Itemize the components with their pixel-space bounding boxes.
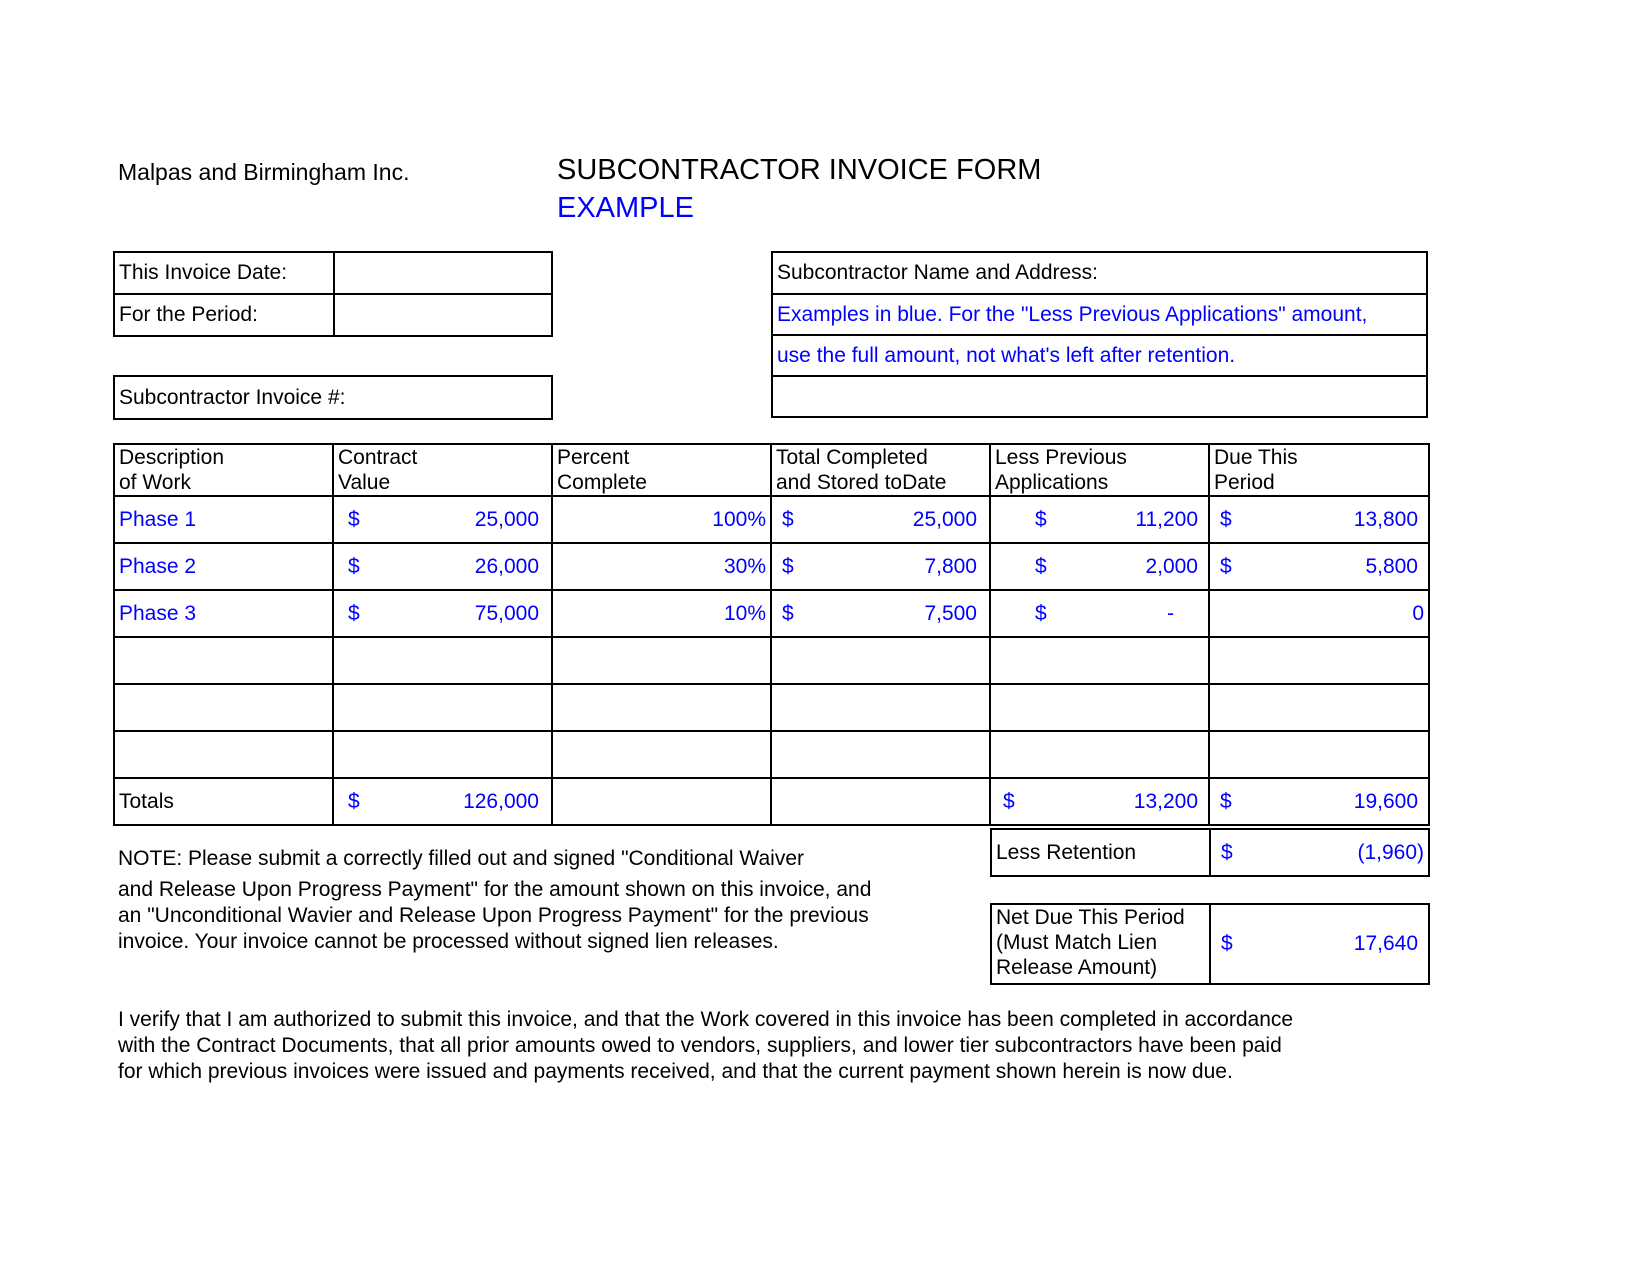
row-due[interactable]: $13,800 [1208,495,1430,544]
row-percent[interactable]: 10% [551,589,772,638]
row-description[interactable]: Phase 1 [113,495,334,544]
totals-contract-value: $126,000 [332,777,553,826]
subcontractor-table: Subcontractor Name and Address: Examples… [771,251,1428,418]
verification-line-1: I verify that I am authorized to submit … [118,1008,1294,1031]
empty-cell[interactable] [551,730,772,779]
table-row-empty [113,636,1430,685]
empty-cell[interactable] [989,730,1210,779]
empty-cell[interactable] [113,636,334,685]
row-less-previous[interactable]: $ - [989,589,1210,638]
totals-total-completed [770,777,991,826]
header-description: Description of Work [113,443,334,497]
header-percent-complete: Percent Complete [551,443,772,497]
header-less-previous: Less Previous Applications [989,443,1210,497]
net-due-table: Net Due This Period (Must Match Lien Rel… [990,903,1430,985]
row-less-previous[interactable]: $2,000 [989,542,1210,591]
empty-cell[interactable] [1208,636,1430,685]
row-description[interactable]: Phase 2 [113,542,334,591]
net-due-label: Net Due This Period (Must Match Lien Rel… [990,903,1211,985]
period-field[interactable] [333,293,553,337]
totals-percent [551,777,772,826]
row-less-previous[interactable]: $11,200 [989,495,1210,544]
note-line-3: an "Unconditional Wavier and Release Upo… [118,904,869,927]
totals-due: $19,600 [1208,777,1430,826]
company-name: Malpas and Birmingham Inc. [118,159,410,185]
subcontractor-line-2[interactable]: use the full amount, not what's left aft… [771,334,1428,377]
empty-cell[interactable] [770,683,991,732]
row-percent[interactable]: 30% [551,542,772,591]
totals-less-previous: $13,200 [989,777,1210,826]
table-row-empty [113,730,1430,779]
row-due[interactable]: 0 [1208,589,1430,638]
header-row: Description of Work Contract Value Percent… [113,443,1430,497]
retention-value: $ (1,960) [1209,828,1430,877]
row-contract-value[interactable]: $26,000 [332,542,553,591]
net-due-value: $17,640 [1209,903,1430,985]
empty-cell[interactable] [551,683,772,732]
table-row: Phase 3 $75,000 10% $7,500 $ - 0 [113,589,1430,638]
table-row-empty [113,683,1430,732]
empty-cell[interactable] [770,636,991,685]
empty-cell[interactable] [989,636,1210,685]
row-due[interactable]: $5,800 [1208,542,1430,591]
empty-cell[interactable] [113,683,334,732]
verification-line-2: with the Contract Documents, that all pr… [118,1034,1282,1057]
empty-cell[interactable] [1208,683,1430,732]
subcontractor-line-3[interactable] [771,375,1428,418]
row-percent[interactable]: 100% [551,495,772,544]
work-table: Description of Work Contract Value Percent… [113,443,1430,826]
note-line-4: invoice. Your invoice cannot be processe… [118,930,779,953]
period-label: For the Period: [113,293,335,337]
note-line-2: and Release Upon Progress Payment" for t… [118,878,872,901]
row-total-completed[interactable]: $7,500 [770,589,991,638]
invoice-number-table: Subcontractor Invoice #: [113,375,553,420]
invoice-date-label: This Invoice Date: [113,251,335,295]
table-row: Phase 1 $25,000 100% $25,000 $11,200 $13… [113,495,1430,544]
form-title: SUBCONTRACTOR INVOICE FORM [557,154,1042,186]
note-line-1: NOTE: Please submit a correctly filled o… [118,847,804,870]
empty-cell[interactable] [113,730,334,779]
empty-cell[interactable] [332,636,553,685]
empty-cell[interactable] [332,683,553,732]
row-total-completed[interactable]: $25,000 [770,495,991,544]
header-contract-value: Contract Value [332,443,553,497]
totals-row: Totals $126,000 $13,200 $19,600 [113,777,1430,826]
verification-line-3: for which previous invoices were issued … [118,1060,1233,1083]
table-row: Phase 2 $26,000 30% $7,800 $2,000 $5,800 [113,542,1430,591]
row-total-completed[interactable]: $7,800 [770,542,991,591]
empty-cell[interactable] [551,636,772,685]
empty-cell[interactable] [332,730,553,779]
invoice-number-field[interactable]: Subcontractor Invoice #: [113,375,553,420]
subcontractor-label: Subcontractor Name and Address: [771,251,1428,295]
row-contract-value[interactable]: $75,000 [332,589,553,638]
totals-label: Totals [113,777,334,826]
header-total-completed: Total Completed and Stored toDate [770,443,991,497]
invoice-info-table: This Invoice Date: For the Period: [113,251,553,337]
retention-label: Less Retention [990,828,1211,877]
empty-cell[interactable] [1208,730,1430,779]
row-contract-value[interactable]: $25,000 [332,495,553,544]
subcontractor-line-1[interactable]: Examples in blue. For the "Less Previous… [771,293,1428,336]
empty-cell[interactable] [770,730,991,779]
invoice-number-label: Subcontractor Invoice #: [119,385,346,409]
invoice-date-field[interactable] [333,251,553,295]
header-due-this-period: Due This Period [1208,443,1430,497]
retention-table: Less Retention $ (1,960) [990,828,1430,877]
example-label: EXAMPLE [557,192,694,224]
empty-cell[interactable] [989,683,1210,732]
row-description[interactable]: Phase 3 [113,589,334,638]
